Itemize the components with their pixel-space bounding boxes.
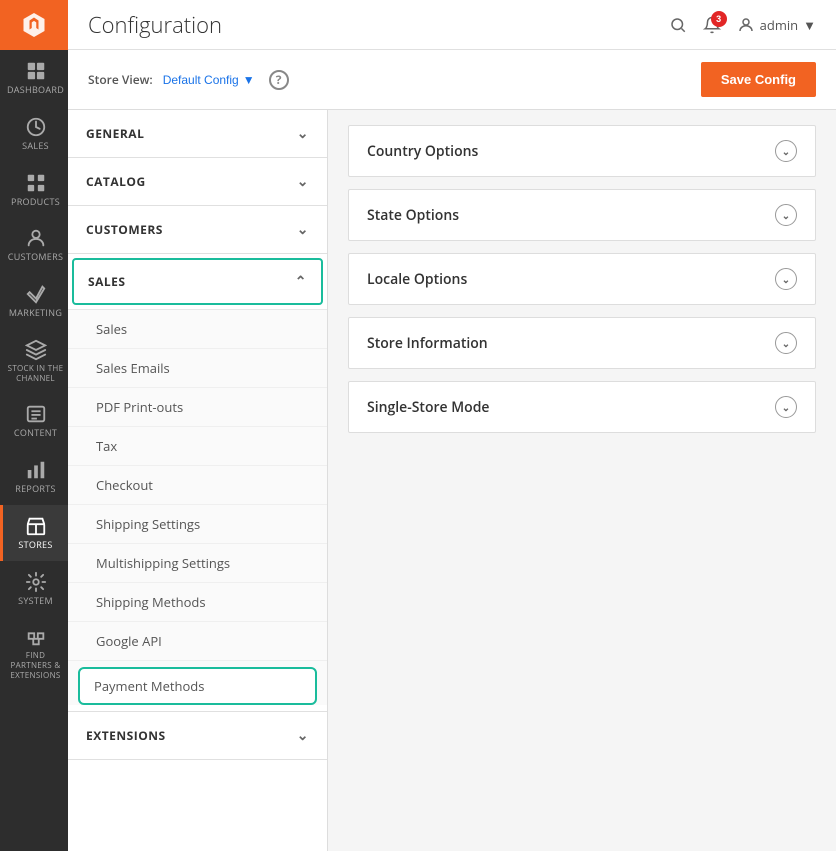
sidebar-item-products[interactable]: PRODUCTS [0, 162, 68, 218]
panel-section-catalog: CATALOG ⌄ [68, 158, 327, 206]
country-options-label: Country Options [367, 142, 478, 161]
sidebar-navigation: DASHBOARD SALES PRODUCTS CUSTOMERS MARKE… [0, 0, 68, 851]
country-options-row[interactable]: Country Options ⌄ [348, 125, 816, 177]
content-area: GENERAL ⌄ CATALOG ⌄ CUSTOMERS ⌄ [68, 110, 836, 851]
customers-chevron: ⌄ [297, 220, 309, 239]
sales-icon [25, 116, 47, 138]
marketing-label: MARKETING [9, 308, 62, 319]
catalog-chevron: ⌄ [297, 172, 309, 191]
sales-sub-item-shipping-methods[interactable]: Shipping Methods [68, 583, 327, 622]
state-options-row[interactable]: State Options ⌄ [348, 189, 816, 241]
right-panel: Country Options ⌄ State Options ⌄ Locale… [328, 110, 836, 851]
sidebar-item-sales[interactable]: SALES [0, 106, 68, 162]
sales-sub-item-payment-methods[interactable]: Payment Methods [78, 667, 317, 705]
catalog-section-header[interactable]: CATALOG ⌄ [68, 158, 327, 205]
notification-button[interactable]: 3 [703, 16, 721, 34]
content-label: CONTENT [14, 428, 57, 439]
locale-options-toggle[interactable]: ⌄ [775, 268, 797, 290]
store-view-label: Store View: [88, 71, 153, 88]
sidebar-item-content[interactable]: CONTENT [0, 393, 68, 449]
stores-label: STORES [18, 540, 52, 551]
store-information-toggle[interactable]: ⌄ [775, 332, 797, 354]
sales-sub-item-tax[interactable]: Tax [68, 427, 327, 466]
stock-icon [25, 339, 47, 361]
panel-section-customers: CUSTOMERS ⌄ [68, 206, 327, 254]
page-title: Configuration [88, 10, 222, 40]
single-store-mode-label: Single-Store Mode [367, 398, 489, 417]
country-options-toggle[interactable]: ⌄ [775, 140, 797, 162]
sales-sub-item-sales[interactable]: Sales [68, 310, 327, 349]
store-view-select[interactable]: Default Config ▼ [163, 73, 255, 87]
search-button[interactable] [669, 16, 687, 34]
content-icon [25, 403, 47, 425]
sidebar-item-stores[interactable]: STORES [0, 505, 68, 561]
store-view-bar: Store View: Default Config ▼ ? Save Conf… [68, 50, 836, 110]
system-label: SYSTEM [18, 596, 53, 607]
locale-options-label: Locale Options [367, 270, 467, 289]
sales-section-header[interactable]: SALES ⌃ [72, 258, 323, 305]
extensions-section-header[interactable]: EXTENSIONS ⌄ [68, 712, 327, 759]
notification-badge: 3 [711, 11, 727, 27]
left-panel: GENERAL ⌄ CATALOG ⌄ CUSTOMERS ⌄ [68, 110, 328, 851]
extensions-chevron: ⌄ [297, 726, 309, 745]
admin-chevron: ▼ [803, 16, 816, 34]
stores-icon [25, 515, 47, 537]
sidebar-item-reports[interactable]: REPORTS [0, 449, 68, 505]
admin-user-menu[interactable]: admin ▼ [737, 16, 816, 34]
panel-section-extensions: EXTENSIONS ⌄ [68, 712, 327, 760]
general-chevron: ⌄ [297, 124, 309, 143]
sales-sub-item-pdf[interactable]: PDF Print-outs [68, 388, 327, 427]
store-information-label: Store Information [367, 334, 488, 353]
stock-label: STOCK IN THE CHANNEL [7, 364, 64, 383]
system-icon [25, 571, 47, 593]
store-information-row[interactable]: Store Information ⌄ [348, 317, 816, 369]
customers-label: CUSTOMERS [8, 252, 63, 263]
top-header: Configuration 3 admin ▼ [68, 0, 836, 50]
single-store-mode-toggle[interactable]: ⌄ [775, 396, 797, 418]
store-view-chevron: ▼ [243, 73, 255, 87]
dashboard-label: DASHBOARD [7, 85, 64, 96]
general-section-header[interactable]: GENERAL ⌄ [68, 110, 327, 157]
single-store-mode-row[interactable]: Single-Store Mode ⌄ [348, 381, 816, 433]
customers-icon [25, 227, 47, 249]
sidebar-item-partners[interactable]: FIND PARTNERS & EXTENSIONS [0, 616, 68, 690]
partners-label: FIND PARTNERS & EXTENSIONS [7, 651, 64, 680]
sidebar-item-customers[interactable]: CUSTOMERS [0, 217, 68, 273]
reports-label: REPORTS [15, 484, 56, 495]
sidebar-item-stock[interactable]: STOCK IN THE CHANNEL [0, 329, 68, 393]
main-content: Configuration 3 admin ▼ Store View: Defa… [68, 0, 836, 851]
products-label: PRODUCTS [11, 197, 60, 208]
sidebar-item-dashboard[interactable]: DASHBOARD [0, 50, 68, 106]
sales-sub-item-checkout[interactable]: Checkout [68, 466, 327, 505]
sidebar-item-marketing[interactable]: MARKETING [0, 273, 68, 329]
sidebar-item-system[interactable]: SYSTEM [0, 561, 68, 617]
reports-icon [25, 459, 47, 481]
marketing-icon [25, 283, 47, 305]
sales-label: SALES [22, 141, 49, 152]
sales-sub-item-emails[interactable]: Sales Emails [68, 349, 327, 388]
partners-icon [25, 626, 47, 648]
sales-sub-items: Sales Sales Emails PDF Print-outs Tax Ch… [68, 309, 327, 705]
save-config-button[interactable]: Save Config [701, 62, 816, 97]
sales-chevron: ⌃ [295, 272, 307, 291]
dashboard-icon [25, 60, 47, 82]
locale-options-row[interactable]: Locale Options ⌄ [348, 253, 816, 305]
help-button[interactable]: ? [269, 70, 289, 90]
store-view-value: Default Config [163, 73, 239, 87]
sales-sub-item-multishipping[interactable]: Multishipping Settings [68, 544, 327, 583]
products-icon [25, 172, 47, 194]
customers-section-header[interactable]: CUSTOMERS ⌄ [68, 206, 327, 253]
sales-sub-item-google-api[interactable]: Google API [68, 622, 327, 661]
app-logo [0, 0, 68, 50]
panel-section-general: GENERAL ⌄ [68, 110, 327, 158]
state-options-label: State Options [367, 206, 459, 225]
panel-section-sales: SALES ⌃ Sales Sales Emails PDF Print-out… [68, 258, 327, 712]
header-actions: 3 admin ▼ [669, 16, 816, 34]
sales-sub-item-shipping-settings[interactable]: Shipping Settings [68, 505, 327, 544]
state-options-toggle[interactable]: ⌄ [775, 204, 797, 226]
admin-username: admin [760, 16, 798, 34]
